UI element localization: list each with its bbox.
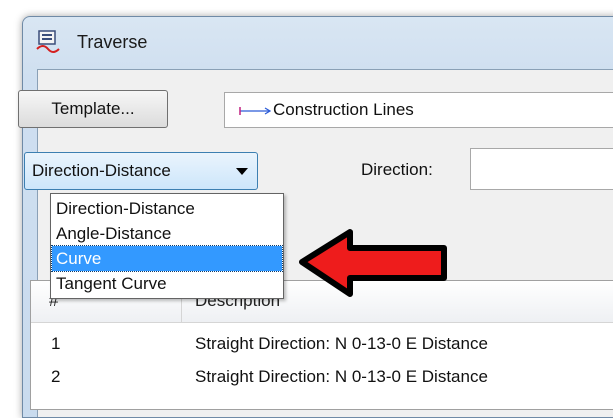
title-bar[interactable]: Traverse — [23, 17, 613, 67]
row-description: Straight Direction: N 0-13-0 E Distance — [195, 367, 488, 386]
red-arrow-icon — [299, 229, 447, 297]
entry-mode-selected: Direction-Distance — [32, 161, 171, 180]
traverse-grid[interactable]: # Description 1 Straight Direction: N 0-… — [30, 280, 613, 410]
entry-mode-dropdown-list[interactable]: Direction-Distance Angle-Distance Curve … — [50, 193, 284, 299]
chevron-down-icon[interactable] — [236, 168, 248, 175]
dropdown-option-curve[interactable]: Curve — [51, 245, 283, 272]
row-description: Straight Direction: N 0-13-0 E Distance — [195, 334, 488, 353]
line-style-label: Construction Lines — [273, 100, 414, 119]
traverse-app-icon — [36, 30, 60, 53]
dropdown-option-angle-distance[interactable]: Angle-Distance — [52, 221, 282, 246]
table-row[interactable]: 1 Straight Direction: N 0-13-0 E Distanc… — [31, 328, 613, 360]
line-style-field[interactable]: Construction Lines — [224, 92, 613, 128]
dropdown-option-tangent-curve[interactable]: Tangent Curve — [52, 271, 282, 296]
row-number: 1 — [51, 334, 61, 353]
dropdown-option-direction-distance[interactable]: Direction-Distance — [52, 196, 282, 221]
direction-label: Direction: — [361, 160, 433, 179]
row-number: 2 — [51, 367, 61, 386]
line-style-swatch-icon — [239, 107, 271, 115]
window-title: Traverse — [77, 32, 148, 52]
template-button[interactable]: Template... — [18, 90, 168, 128]
direction-input[interactable] — [470, 148, 613, 190]
table-row[interactable]: 2 Straight Direction: N 0-13-0 E Distanc… — [31, 361, 613, 393]
entry-mode-combobox[interactable]: Direction-Distance — [24, 152, 258, 190]
